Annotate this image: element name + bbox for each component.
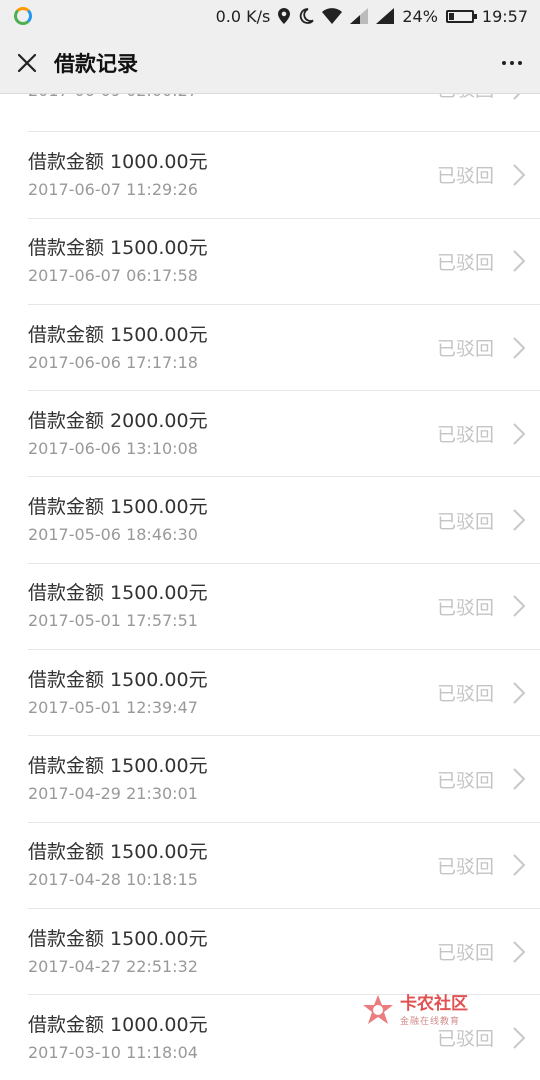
- record-row[interactable]: 借款金额 1500.00元 2017-05-01 17:57:51 已驳回: [28, 564, 540, 651]
- nav-bar: 借款记录: [0, 32, 540, 94]
- battery-level: [448, 12, 455, 20]
- record-amount: 借款金额 1500.00元: [28, 582, 208, 605]
- record-time: 2017-04-29 21:30:01: [28, 784, 198, 804]
- chevron-right-icon: [512, 508, 526, 532]
- record-status: 已驳回: [436, 596, 494, 619]
- watermark-text: 卡农社区 金融在线教育: [400, 994, 468, 1027]
- record-texts: 借款金额 2000.00元 2017-06-06 13:10:08: [28, 408, 437, 460]
- record-row[interactable]: 借款金额 2000.00元 2017-06-06 13:10:08 已驳回: [28, 391, 540, 478]
- wifi-icon: [322, 8, 343, 24]
- page-title: 借款记录: [54, 51, 138, 76]
- record-time: 2017-06-06 13:10:08: [28, 438, 198, 458]
- record-time: 2017-05-01 12:39:47: [28, 697, 198, 717]
- clock: 19:57: [481, 6, 528, 26]
- more-icon: [518, 60, 522, 65]
- status-bar: 0.0 K/s 24% 19:57: [0, 0, 540, 32]
- chevron-right-icon: [512, 163, 526, 187]
- more-icon: [510, 60, 514, 65]
- record-time: 2017-03-10 11:18:04: [28, 1042, 198, 1062]
- chevron-right-icon: [512, 767, 526, 791]
- close-icon: [17, 53, 37, 72]
- watermark-subtitle: 金融在线教育: [400, 1016, 461, 1027]
- record-amount: 借款金额 1500.00元: [28, 841, 208, 864]
- chevron-right-icon: [512, 594, 526, 618]
- battery-icon: [445, 9, 477, 23]
- chevron-right-icon: [512, 940, 526, 964]
- more-button[interactable]: [484, 32, 540, 94]
- signal-icon: [376, 8, 395, 24]
- chevron-right-icon: [512, 422, 526, 446]
- record-texts: 借款金额 1500.00元 2017-05-01 12:39:47: [28, 667, 437, 719]
- watermark-title: 卡农社区: [400, 993, 468, 1014]
- loan-record-list: 2017-06-09 02:00:27已驳回借款金额 1000.00元2017-…: [0, 46, 540, 1080]
- record-row[interactable]: 借款金额 1500.00元 2017-05-01 12:39:47 已驳回: [28, 650, 540, 737]
- record-status: 已驳回: [436, 424, 494, 447]
- record-row[interactable]: 借款金额 1500.00元 2017-04-27 22:51:32 已驳回: [28, 909, 540, 996]
- record-row[interactable]: 借款金额 1500.00元 2017-06-06 17:17:18 已驳回: [28, 305, 540, 392]
- record-amount: 借款金额 2000.00元: [28, 409, 208, 432]
- record-row[interactable]: 借款金额 1500.00元 2017-04-29 21:30:01 已驳回: [28, 736, 540, 823]
- record-amount: 借款金额 1500.00元: [28, 755, 208, 778]
- battery-percent: 24%: [402, 6, 438, 26]
- record-amount: 借款金额 1500.00元: [28, 496, 208, 519]
- chevron-right-icon: [512, 336, 526, 360]
- record-status: 已驳回: [436, 510, 494, 533]
- record-time: 2017-06-06 17:17:18: [28, 352, 198, 372]
- record-status: 已驳回: [436, 165, 494, 188]
- close-button[interactable]: [0, 32, 54, 94]
- record-time: 2017-04-27 22:51:32: [28, 956, 198, 976]
- record-time: 2017-04-28 10:18:15: [28, 870, 198, 890]
- record-amount: 借款金额 1500.00元: [28, 927, 208, 950]
- record-status: 已驳回: [436, 338, 494, 361]
- record-texts: 借款金额 1500.00元 2017-04-29 21:30:01: [28, 753, 437, 805]
- location-icon: [278, 8, 291, 24]
- record-status: 已驳回: [436, 683, 494, 706]
- record-row[interactable]: 借款金额 1500.00元 2017-06-07 06:17:58 已驳回: [28, 219, 540, 305]
- record-texts: 借款金额 1500.00元 2017-04-27 22:51:32: [28, 926, 437, 978]
- record-time: 2017-05-06 18:46:30: [28, 525, 198, 545]
- record-amount: 借款金额 1500.00元: [28, 237, 208, 260]
- record-time: 2017-06-07 06:17:58: [28, 266, 198, 286]
- record-texts: 借款金额 1500.00元 2017-06-06 17:17:18: [28, 322, 437, 374]
- record-texts: 借款金额 1000.00元 2017-06-07 11:29:26: [28, 149, 437, 201]
- moon-icon: [300, 8, 315, 24]
- screen: 0.0 K/s 24% 19:57 借款记录 借款金额 1000.00元 201…: [0, 0, 540, 1080]
- signal-icon: [350, 8, 369, 24]
- app-icon: [14, 7, 32, 25]
- record-row[interactable]: 借款金额 1500.00元 2017-04-28 10:18:15 已驳回: [28, 823, 540, 909]
- record-amount: 借款金额 1500.00元: [28, 323, 208, 346]
- more-icon: [502, 60, 506, 65]
- record-amount: 借款金额 1500.00元: [28, 668, 208, 691]
- chevron-right-icon: [512, 1026, 526, 1050]
- record-status: 已驳回: [436, 769, 494, 792]
- record-time: 2017-05-01 17:57:51: [28, 611, 198, 631]
- status-icons: 0.0 K/s 24% 19:57: [216, 7, 528, 26]
- record-row[interactable]: 借款金额 1000.00元 2017-06-07 11:29:26 已驳回: [28, 132, 540, 219]
- record-texts: 借款金额 1500.00元 2017-05-01 17:57:51: [28, 580, 437, 632]
- record-status: 已驳回: [436, 942, 494, 965]
- record-texts: 借款金额 1500.00元 2017-05-06 18:46:30: [28, 494, 437, 546]
- record-amount: 借款金额 1000.00元: [28, 150, 208, 173]
- record-texts: 借款金额 1500.00元 2017-06-07 06:17:58: [28, 235, 437, 287]
- record-status: 已驳回: [436, 855, 494, 878]
- chevron-right-icon: [512, 249, 526, 273]
- record-texts: 借款金额 1500.00元 2017-04-28 10:18:15: [28, 839, 437, 891]
- record-row[interactable]: 借款金额 1500.00元 2017-05-06 18:46:30 已驳回: [28, 477, 540, 564]
- network-speed: 0.0 K/s: [215, 6, 271, 26]
- record-time: 2017-06-07 11:29:26: [28, 179, 198, 199]
- watermark-logo-icon: [363, 995, 393, 1024]
- watermark: 卡农社区 金融在线教育: [360, 990, 485, 1030]
- record-status: 已驳回: [436, 251, 494, 274]
- chevron-right-icon: [512, 853, 526, 877]
- chevron-right-icon: [512, 681, 526, 705]
